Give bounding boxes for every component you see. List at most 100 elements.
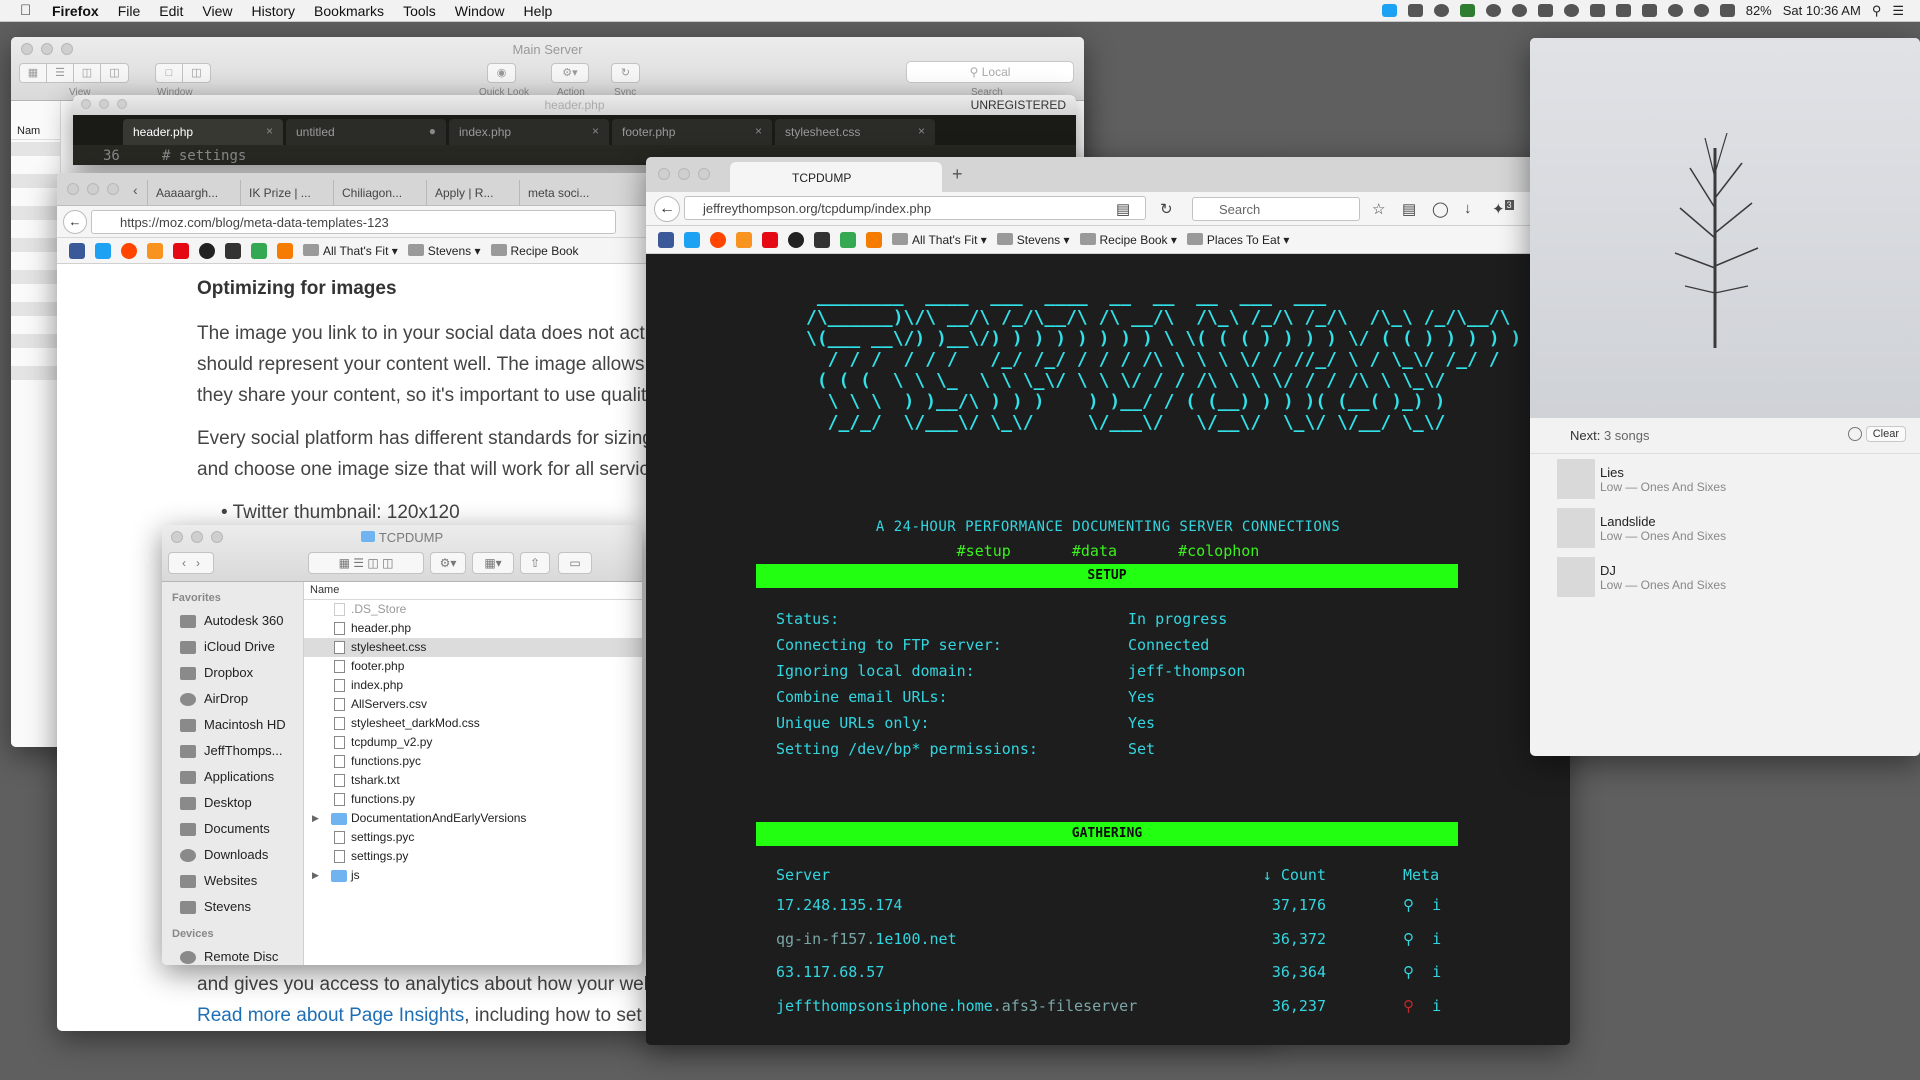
menu-edit[interactable]: Edit xyxy=(159,3,183,19)
menu-bookmarks[interactable]: Bookmarks xyxy=(314,3,384,19)
twitter-icon[interactable] xyxy=(95,242,111,259)
bluetooth-icon[interactable] xyxy=(1641,4,1657,17)
file-row[interactable]: functions.pyc xyxy=(304,752,642,771)
view-mode-segment[interactable]: ▦ ☰ ◫ ◫ xyxy=(308,552,424,574)
close-tab-icon[interactable]: × xyxy=(755,124,762,138)
twitter-icon[interactable] xyxy=(1381,4,1397,17)
display-icon[interactable] xyxy=(1615,4,1631,17)
file-row[interactable]: AllServers.csv xyxy=(304,695,642,714)
netflix-icon[interactable] xyxy=(762,231,778,248)
action-button[interactable]: ⚙▾ xyxy=(430,552,466,574)
dual-pane-icon[interactable]: ◫ xyxy=(183,64,210,82)
file-row[interactable]: header.php xyxy=(304,619,642,638)
cloud-icon[interactable] xyxy=(1485,4,1501,17)
tags-button[interactable]: ▭ xyxy=(558,552,592,574)
chart-icon[interactable] xyxy=(277,242,293,259)
quick-look-button[interactable]: ◉ xyxy=(487,63,516,83)
power-icon[interactable] xyxy=(1563,4,1579,17)
minimize-button[interactable] xyxy=(678,168,690,180)
file-row[interactable]: footer.php xyxy=(304,657,642,676)
map-pin-icon[interactable]: ⚲ xyxy=(1403,963,1414,981)
evernote-icon[interactable] xyxy=(1537,4,1553,17)
dropbox-icon[interactable] xyxy=(1407,4,1423,17)
sidebar-item-autodesk-360[interactable]: Autodesk 360 xyxy=(162,608,303,634)
file-row[interactable]: settings.py xyxy=(304,847,642,866)
bookmark-orange-icon[interactable] xyxy=(736,231,752,248)
up-next-song[interactable]: DJ Low — Ones And Sixes xyxy=(1530,552,1920,601)
notification-center-icon[interactable]: ☰ xyxy=(1892,3,1904,19)
menu-file[interactable]: File xyxy=(118,3,141,19)
sidebar-item-stevens[interactable]: Stevens xyxy=(162,894,303,920)
sidebar-item-documents[interactable]: Documents xyxy=(162,816,303,842)
map-pin-icon[interactable]: ⚲ xyxy=(1403,997,1414,1015)
bookmark-star-icon[interactable]: ☆ xyxy=(1372,200,1385,218)
tabs-scroll-left-icon[interactable]: ‹ xyxy=(133,182,138,198)
back-button[interactable]: ← xyxy=(63,210,87,234)
sidebar-item-dropbox[interactable]: Dropbox xyxy=(162,660,303,686)
coverflow-view-icon[interactable]: ◫ xyxy=(101,64,128,82)
menu-history[interactable]: History xyxy=(251,3,295,19)
tab-footer-php[interactable]: footer.php × xyxy=(612,119,772,145)
sidebar-item-icloud-drive[interactable]: iCloud Drive xyxy=(162,634,303,660)
list-item[interactable] xyxy=(11,270,60,284)
server-name[interactable]: 63.117.68.57 xyxy=(776,963,884,981)
zoom-button[interactable] xyxy=(107,183,119,195)
server-name[interactable]: qg-in-f157.1e100.net xyxy=(776,930,957,948)
column-view-icon[interactable]: ◫ xyxy=(367,556,378,570)
list-item[interactable] xyxy=(11,158,60,172)
name-column-header[interactable]: Name xyxy=(304,582,642,600)
server-name[interactable]: jeffthompsonsiphone.home.afs3-fileserver xyxy=(776,997,1137,1015)
zoom-button[interactable] xyxy=(698,168,710,180)
clear-button[interactable]: Clear xyxy=(1865,426,1906,442)
list-view-icon[interactable]: ☰ xyxy=(353,556,364,570)
arrange-button[interactable]: ▦▾ xyxy=(472,552,514,574)
sidebar-item-macintosh-hd[interactable]: Macintosh HD xyxy=(162,712,303,738)
new-tab-button[interactable]: + xyxy=(952,164,963,185)
sidebar-item-websites[interactable]: Websites xyxy=(162,868,303,894)
disclosure-triangle-icon[interactable]: ▶ xyxy=(312,866,319,885)
tab-index-php[interactable]: index.php × xyxy=(449,119,609,145)
extension-icon[interactable]: ✦ 3 xyxy=(1492,200,1514,218)
menu-tools[interactable]: Tools xyxy=(403,3,436,19)
sidebar-item-downloads[interactable]: Downloads xyxy=(162,842,303,868)
close-button[interactable] xyxy=(67,183,79,195)
github-icon[interactable] xyxy=(199,242,215,259)
bookmark-dark-icon[interactable] xyxy=(225,242,241,259)
list-item[interactable] xyxy=(11,318,60,332)
github-icon[interactable] xyxy=(788,231,804,248)
list-item[interactable] xyxy=(11,334,60,348)
chart-icon[interactable] xyxy=(866,231,882,248)
map-pin-icon[interactable]: ⚲ xyxy=(1403,930,1414,948)
nav-link-setup[interactable]: #setup xyxy=(957,542,1011,560)
disclosure-triangle-icon[interactable]: ▶ xyxy=(312,809,319,828)
bookmark-folder-recipe-book[interactable]: Recipe Book ▾ xyxy=(1079,232,1177,247)
file-row[interactable]: tcpdump_v2.py xyxy=(304,733,642,752)
sidebar-item-desktop[interactable]: Desktop xyxy=(162,790,303,816)
url-bar[interactable]: https://moz.com/blog/meta-data-templates… xyxy=(91,210,616,234)
info-icon[interactable]: i xyxy=(1432,963,1441,981)
view-mode-segment[interactable]: ▦ ☰ ◫ ◫ xyxy=(19,63,129,83)
info-icon[interactable]: i xyxy=(1432,997,1441,1015)
bookmark-folder-stevens[interactable]: Stevens ▾ xyxy=(407,243,481,258)
list-view-icon[interactable]: ☰ xyxy=(47,64,74,82)
bookmark-orange-icon[interactable] xyxy=(147,242,163,259)
search-input[interactable]: Search xyxy=(1192,197,1360,221)
close-button[interactable] xyxy=(658,168,670,180)
nav-link-colophon[interactable]: #colophon xyxy=(1178,542,1259,560)
page-insights-link[interactable]: Read more about Page Insights xyxy=(197,1005,464,1026)
coverflow-view-icon[interactable]: ◫ xyxy=(382,556,393,570)
facebook-icon[interactable] xyxy=(658,231,674,248)
info-icon[interactable]: i xyxy=(1432,930,1441,948)
name-column-header[interactable]: Nam xyxy=(11,123,60,140)
list-item[interactable] xyxy=(11,350,60,364)
sidebar-item-applications[interactable]: Applications xyxy=(162,764,303,790)
server-name[interactable]: 17.248.135.174 xyxy=(776,896,902,914)
forward-icon[interactable]: › xyxy=(196,556,200,570)
unsaved-dot-icon[interactable]: ● xyxy=(429,124,436,138)
action-button[interactable]: ⚙▾ xyxy=(551,63,589,83)
url-bar[interactable]: jeffreythompson.org/tcpdump/index.php xyxy=(684,196,1146,220)
browser-tab[interactable]: Chiliagon... xyxy=(333,180,423,206)
apple-icon[interactable]:  xyxy=(20,2,38,19)
file-row[interactable]: .DS_Store xyxy=(304,600,642,619)
up-next-song[interactable]: Lies Low — Ones And Sixes xyxy=(1530,454,1920,503)
